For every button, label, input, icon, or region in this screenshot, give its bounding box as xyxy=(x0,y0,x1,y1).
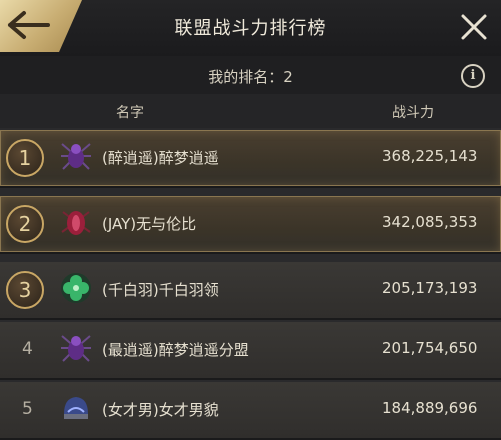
ranking-row[interactable]: 5 (女才男)女才男貌 184,889,696 xyxy=(0,382,501,440)
ranking-row[interactable]: 3 (千白羽)千白羽领 205,173,193 xyxy=(0,262,501,320)
alliance-name: (醉逍遥)醉梦逍遥 xyxy=(102,149,219,167)
alliance-power: 368,225,143 xyxy=(382,147,478,165)
page-title: 联盟战斗力排行榜 xyxy=(174,18,327,39)
green-clover-emblem-icon xyxy=(61,273,91,303)
info-icon[interactable]: i xyxy=(461,64,485,88)
alliance-power: 184,889,696 xyxy=(382,399,478,417)
rank-number: 5 xyxy=(22,399,33,419)
column-power-label: 战斗力 xyxy=(392,105,434,121)
alliance-power: 201,754,650 xyxy=(382,339,478,357)
my-rank-bar: 我的排名：2 i xyxy=(0,56,501,94)
my-rank-text: 我的排名：2 xyxy=(208,68,293,86)
purple-spider-emblem-icon xyxy=(61,143,91,170)
ranking-row[interactable]: 4 (最逍遥)醉梦逍遥分盟 201,754,650 xyxy=(0,322,501,380)
crimson-beetle-emblem-icon xyxy=(61,211,91,235)
ranking-row[interactable]: 2 (JAY)无与伦比 342,085,353 xyxy=(0,196,501,254)
top-bar: 联盟战斗力排行榜 xyxy=(0,0,501,57)
purple-spider-emblem-icon xyxy=(61,335,91,362)
alliance-name: (最逍遥)醉梦逍遥分盟 xyxy=(102,341,249,359)
column-header: 名字 战斗力 xyxy=(0,94,501,128)
alliance-name: (女才男)女才男貌 xyxy=(102,401,219,419)
rank-badge: 1 xyxy=(6,139,44,177)
blue-helmet-emblem-icon xyxy=(64,397,88,419)
column-name-label: 名字 xyxy=(116,105,144,121)
alliance-name: (JAY)无与伦比 xyxy=(102,215,197,233)
ranking-row[interactable]: 1 (醉逍遥)醉梦逍遥 368,225,143 xyxy=(0,130,501,188)
alliance-power: 205,173,193 xyxy=(382,279,478,297)
rank-badge: 3 xyxy=(6,271,44,309)
alliance-power: 342,085,353 xyxy=(382,213,478,231)
rank-number: 4 xyxy=(22,339,33,359)
rank-badge: 2 xyxy=(6,205,44,243)
alliance-name: (千白羽)千白羽领 xyxy=(102,281,219,299)
close-icon[interactable] xyxy=(459,12,489,42)
